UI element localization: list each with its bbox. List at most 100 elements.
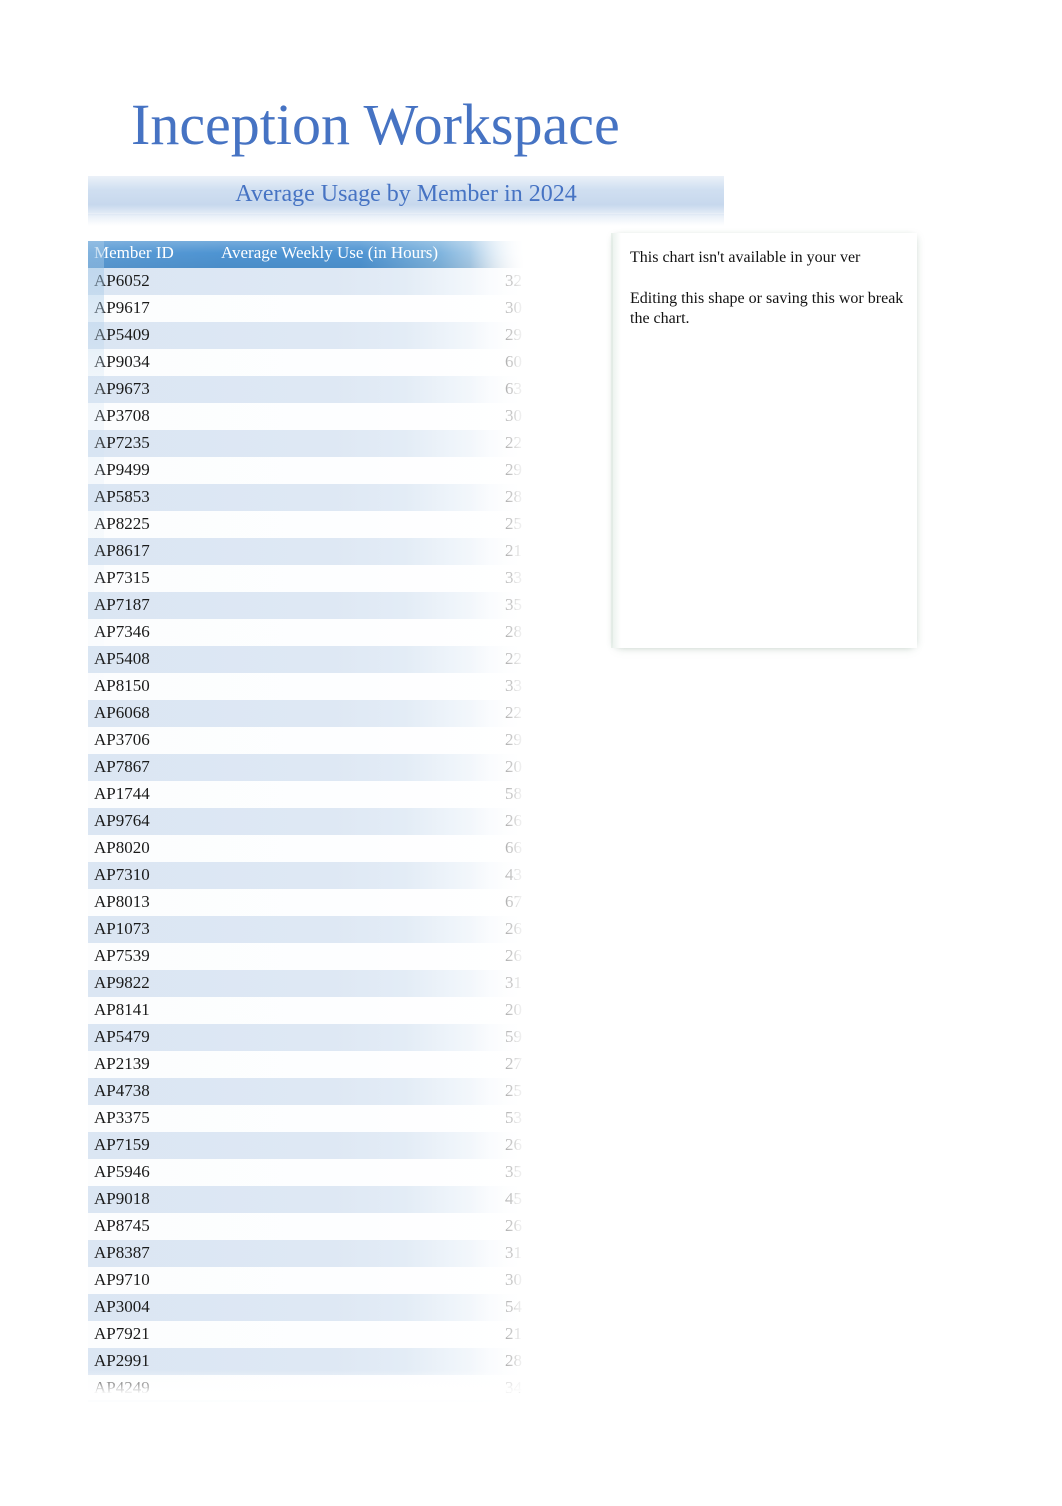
cell-member-id: AP8745 [94,1216,150,1235]
table-row: AP3004 54 [88,1294,528,1321]
table-row: AP1073 26 [88,916,528,943]
cell-hours: 32 [505,271,522,290]
table-row: AP5853 28 [88,484,528,511]
table-row: AP5946 35 [88,1159,528,1186]
cell-member-id: AP8020 [94,838,150,857]
cell-member-id: AP8387 [94,1243,150,1262]
cell-member-id: AP5853 [94,487,150,506]
table-row: AP7921 21 [88,1321,528,1348]
cell-hours: 25 [505,514,522,533]
subtitle-text: Average Usage by Member in 2024 [235,181,577,207]
table-row: AP8013 67 [88,889,528,916]
cell-member-id: AP2991 [94,1351,150,1370]
cell-member-id: AP7235 [94,433,150,452]
cell-member-id: AP3706 [94,730,150,749]
cell-hours: 43 [505,865,522,884]
table-row: AP9673 63 [88,376,528,403]
cell-hours: 31 [505,1243,522,1262]
column-header-average-weekly-use: Average Weekly Use (in Hours) [221,243,439,262]
table-row: AP8387 31 [88,1240,528,1267]
cell-hours: 26 [505,1135,522,1154]
table-row: AP5408 22 [88,646,528,673]
cell-member-id: AP8150 [94,676,150,695]
cell-member-id: AP9617 [94,298,150,317]
cell-member-id: AP7346 [94,622,150,641]
cell-hours: 30 [505,406,522,425]
cell-hours: 53 [505,1108,522,1127]
cell-hours: 33 [505,568,522,587]
table-row: AP9822 31 [88,970,528,997]
cell-member-id: AP5408 [94,649,150,668]
cell-member-id: AP9822 [94,973,150,992]
cell-hours: 22 [505,649,522,668]
table-row: AP4249 34 [88,1375,528,1402]
cell-hours: 26 [505,1216,522,1235]
cell-hours: 63 [505,379,522,398]
table-row: AP2139 27 [88,1051,528,1078]
column-header-member-id: Member ID [94,243,174,262]
table-row: AP9034 60 [88,349,528,376]
cell-member-id: AP4738 [94,1081,150,1100]
chart-warning-message: Editing this shape or saving this wor br… [630,290,904,327]
cell-member-id: AP3375 [94,1108,150,1127]
table-row: AP9710 30 [88,1267,528,1294]
table-row: AP8020 66 [88,835,528,862]
table-row: AP8150 33 [88,673,528,700]
cell-member-id: AP9710 [94,1270,150,1289]
cell-hours: 54 [505,1297,522,1316]
cell-hours: 28 [505,1351,522,1370]
table-row: AP5409 29 [88,322,528,349]
cell-member-id: AP7315 [94,568,150,587]
table-row: AP1744 58 [88,781,528,808]
cell-hours: 28 [505,487,522,506]
cell-member-id: AP8617 [94,541,150,560]
table-header-row: Member ID Average Weekly Use (in Hours) [88,241,528,268]
cell-member-id: AP6068 [94,703,150,722]
cell-hours: 60 [505,352,522,371]
cell-member-id: AP1073 [94,919,150,938]
cell-hours: 67 [505,892,522,911]
table-row: AP7235 22 [88,430,528,457]
cell-hours: 25 [505,1081,522,1100]
cell-member-id: AP8013 [94,892,150,911]
cell-member-id: AP6052 [94,271,150,290]
cell-hours: 28 [505,622,522,641]
table-row: AP8745 26 [88,1213,528,1240]
table-body: AP6052 32 AP9617 30 AP5409 29 AP9034 60 AP9673 63… [88,268,528,1402]
cell-hours: 20 [505,1000,522,1019]
cell-hours: 35 [505,1162,522,1181]
table-row: AP3706 29 [88,727,528,754]
cell-member-id: AP7187 [94,595,150,614]
cell-hours: 58 [505,784,522,803]
cell-hours: 30 [505,1270,522,1289]
cell-member-id: AP1744 [94,784,150,803]
table-row: AP3708 30 [88,403,528,430]
cell-member-id: AP7867 [94,757,150,776]
cell-member-id: AP4249 [94,1378,150,1397]
chart-placeholder[interactable]: This chart isn't available in your ver E… [611,233,917,648]
table-row: AP4738 25 [88,1078,528,1105]
table-row: AP7539 26 [88,943,528,970]
table-row: AP7315 33 [88,565,528,592]
cell-hours: 35 [505,595,522,614]
cell-member-id: AP9018 [94,1189,150,1208]
table-row: AP9499 29 [88,457,528,484]
cell-hours: 34 [505,1378,522,1397]
cell-member-id: AP7159 [94,1135,150,1154]
cell-hours: 31 [505,973,522,992]
cell-hours: 29 [505,730,522,749]
cell-hours: 22 [505,433,522,452]
cell-hours: 22 [505,703,522,722]
table-row: AP6068 22 [88,700,528,727]
table-row: AP7346 28 [88,619,528,646]
usage-table: Member ID Average Weekly Use (in Hours) … [88,241,528,1402]
table-row: AP9617 30 [88,295,528,322]
table-row: AP7867 20 [88,754,528,781]
table-row: AP8225 25 [88,511,528,538]
cell-member-id: AP8141 [94,1000,150,1019]
table-row: AP6052 32 [88,268,528,295]
cell-member-id: AP7310 [94,865,150,884]
table-row: AP7159 26 [88,1132,528,1159]
cell-member-id: AP3004 [94,1297,150,1316]
cell-hours: 21 [505,541,522,560]
